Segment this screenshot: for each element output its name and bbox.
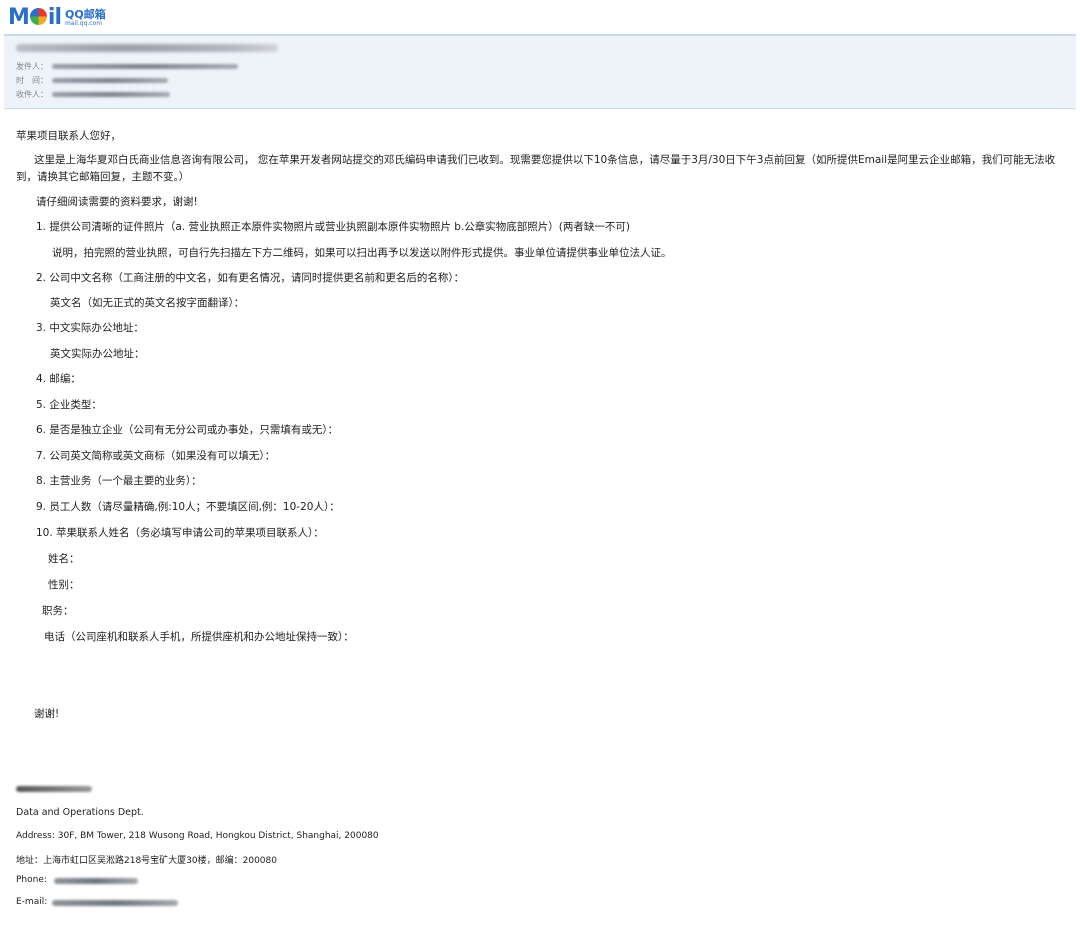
list-item: 10. 苹果联系人姓名（务必填写申请公司的苹果项目联系人）： <box>36 527 324 539</box>
list-item: 8. 主营业务（一个最主要的业务）： <box>36 475 202 487</box>
intro-paragraph: 这里是上海华夏邓白氏商业信息咨询有限公司， 您在苹果开发者网站提交的邓氏编码申请… <box>16 154 1056 183</box>
list-item: 说明，拍完照的营业执照，可自行先扫描左下方二维码，如果可以扫出再予以发送以附件形… <box>52 247 672 259</box>
signature-phone-label: Phone: <box>16 875 47 885</box>
signature-dept: Data and Operations Dept. <box>16 807 144 818</box>
list-item: 3. 中文实际办公地址： <box>36 322 144 334</box>
list-item: 5. 企业类型： <box>36 399 102 411</box>
list-item: 电话（公司座机和联系人手机，所提供座机和办公地址保持一致）： <box>44 631 354 643</box>
list-item: 姓名： <box>48 553 80 565</box>
phone-redacted <box>54 878 138 884</box>
signature-name-redacted <box>16 786 92 792</box>
signature-address-en: Address: 30F, BM Tower, 218 Wusong Road,… <box>16 831 379 841</box>
list-item: 职务： <box>42 605 74 617</box>
list-item: 2. 公司中文名称（工商注册的中文名，如有更名情况，请同时提供更名前和更名后的名… <box>36 272 465 284</box>
signature-address-cn: 地址：上海市虹口区吴淞路218号宝矿大厦30楼，邮编：200080 <box>16 856 277 866</box>
greeting: 苹果项目联系人您好， <box>16 130 121 142</box>
list-item: 英文实际办公地址： <box>50 348 145 360</box>
list-item: 9. 员工人数（请尽量精确,例:10人；不要填区间,例：10-20人）： <box>36 501 340 513</box>
signature-email-label: E-mail: <box>16 897 48 907</box>
list-item: 英文名（如无正式的英文名按字面翻译）： <box>50 297 245 309</box>
read-notice: 请仔细阅读需要的资料要求，谢谢! <box>36 196 198 208</box>
list-item: 性别： <box>48 579 80 591</box>
email-body: 苹果项目联系人您好， 这里是上海华夏邓白氏商业信息咨询有限公司， 您在苹果开发者… <box>0 0 1080 928</box>
list-item: 1. 提供公司清晰的证件照片（a. 营业执照正本原件实物照片或营业执照副本原件实… <box>36 221 630 233</box>
list-item: 6. 是否是独立企业（公司有无分公司或办事处，只需填有或无）： <box>36 424 339 436</box>
email-redacted <box>52 900 178 906</box>
thanks: 谢谢! <box>34 708 60 720</box>
list-item: 7. 公司英文简称或英文商标（如果没有可以填无）： <box>36 450 276 462</box>
list-item: 4. 邮编： <box>36 373 81 385</box>
